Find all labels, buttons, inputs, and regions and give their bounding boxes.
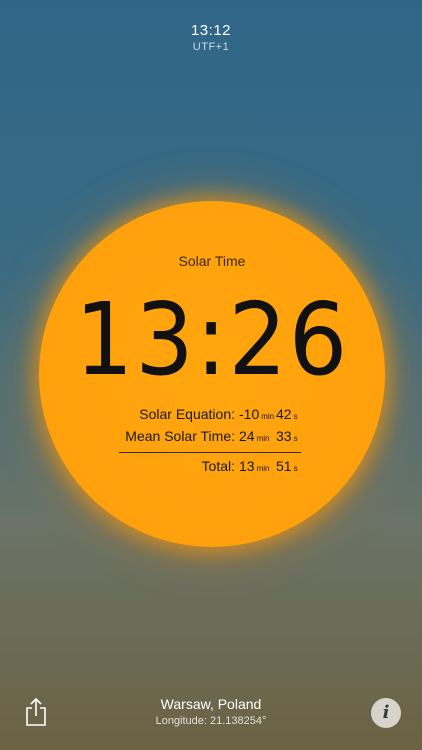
total-seconds: 51 s <box>276 458 298 474</box>
current-time-header: 13:12 UTF+1 <box>0 22 422 53</box>
total-label: Total: <box>201 458 235 474</box>
total-row: Total: 13 min 51 s <box>119 458 301 480</box>
solar-time-label: Solar Time <box>178 253 246 269</box>
mean-solar-time-label: Mean Solar Time: <box>125 428 235 444</box>
total-minutes: 13 min <box>239 458 270 474</box>
mean-solar-time-seconds: 33 s <box>276 428 298 444</box>
share-icon <box>26 697 46 726</box>
longitude-value: Longitude: 21.138254° <box>155 715 267 727</box>
sun-disc: Solar Time 13:26 Solar Equation: -10 min … <box>39 201 385 547</box>
location-info: Warsaw, Poland Longitude: 21.138254° <box>0 696 422 727</box>
solar-equation-minutes: -10 min <box>239 406 275 422</box>
solar-equation-row: Solar Equation: -10 min 42 s <box>119 406 301 428</box>
solar-time-value: 13:26 <box>74 281 350 398</box>
equation-table: Solar Equation: -10 min 42 s Mean Solar Ti… <box>119 406 301 474</box>
timezone-label: UTF+1 <box>192 41 230 53</box>
solar-equation-label: Solar Equation: <box>139 406 235 422</box>
info-icon: i <box>382 702 390 723</box>
info-button[interactable]: i <box>371 698 401 728</box>
solar-equation-seconds: 42 s <box>276 406 298 422</box>
total-divider <box>119 452 301 453</box>
current-time: 13:12 <box>190 22 232 39</box>
mean-solar-time-minutes: 24 min <box>239 428 270 444</box>
city-name: Warsaw, Poland <box>160 696 262 712</box>
mean-solar-time-row: Mean Solar Time: 24 min 33 s <box>119 428 301 450</box>
share-button[interactable] <box>24 697 48 727</box>
